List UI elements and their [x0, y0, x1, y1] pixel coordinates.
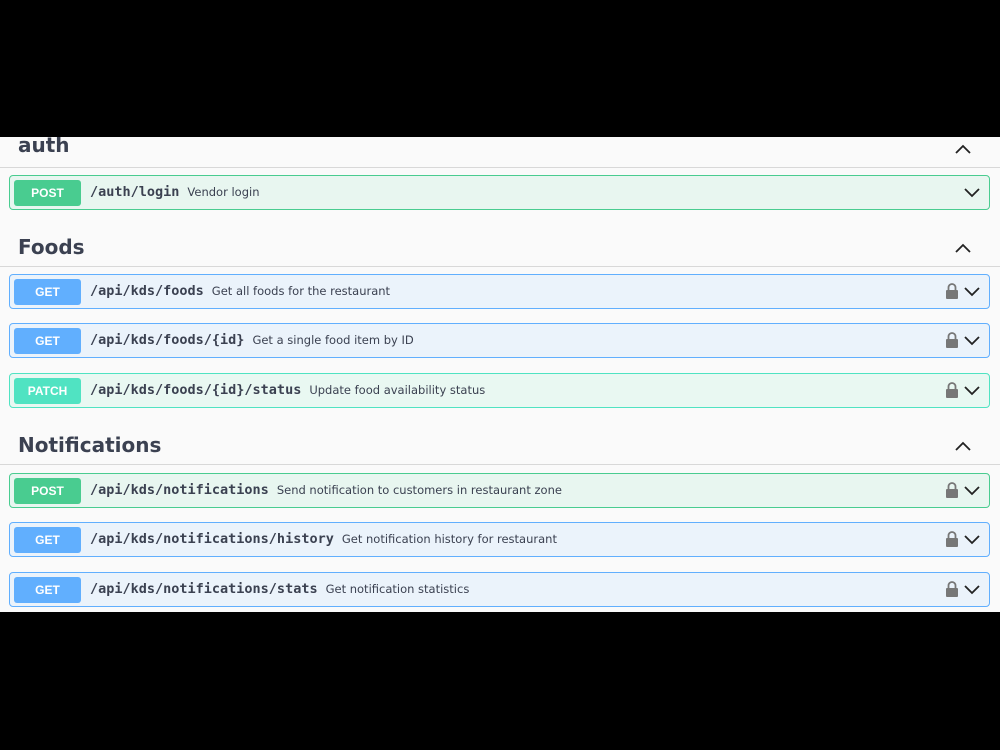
chevron-down-icon[interactable]	[963, 583, 981, 595]
chevron-down-icon[interactable]	[963, 484, 981, 496]
path-text: /api/kds/foods	[90, 283, 204, 299]
method-badge: GET	[14, 328, 81, 354]
operation-get-foods[interactable]: GET /api/kds/foods Get all foods for the …	[9, 274, 990, 309]
path-text: /api/kds/notifications	[90, 482, 269, 498]
section-header-foods[interactable]: Foods	[0, 232, 1000, 267]
operation-path: /api/kds/notifications Send notification …	[90, 474, 562, 507]
chevron-up-icon[interactable]	[954, 439, 972, 453]
operation-path: /api/kds/foods/{id} Get a single food ite…	[90, 324, 414, 357]
operation-post-auth-login[interactable]: POST /auth/login Vendor login	[9, 175, 990, 210]
lock-icon[interactable]	[945, 581, 959, 598]
chevron-up-icon[interactable]	[954, 241, 972, 255]
operation-get-notifications-history[interactable]: GET /api/kds/notifications/history Get no…	[9, 522, 990, 557]
operation-path: /auth/login Vendor login	[90, 176, 259, 209]
lock-icon[interactable]	[945, 382, 959, 399]
chevron-up-icon[interactable]	[954, 142, 972, 156]
section-title: Foods	[18, 235, 85, 259]
lock-icon[interactable]	[945, 531, 959, 548]
path-text: /auth/login	[90, 184, 180, 200]
path-text: /api/kds/notifications/stats	[90, 581, 318, 597]
operation-summary: Vendor login	[187, 185, 260, 199]
method-badge: POST	[14, 478, 81, 504]
operation-get-food-by-id[interactable]: GET /api/kds/foods/{id} Get a single food…	[9, 323, 990, 358]
method-badge: GET	[14, 279, 81, 305]
lock-icon[interactable]	[945, 332, 959, 349]
operation-summary: Update food availability status	[309, 383, 486, 397]
operation-patch-food-status[interactable]: PATCH /api/kds/foods/{id}/status Update f…	[9, 373, 990, 408]
operation-summary: Get notification statistics	[325, 582, 470, 596]
swagger-panel: auth POST /auth/login Vendor login Foods …	[0, 137, 1000, 612]
section-title: auth	[18, 137, 70, 157]
section-title: Notifications	[18, 433, 162, 457]
path-text: /api/kds/foods/{id}/status	[90, 382, 302, 398]
method-badge: PATCH	[14, 378, 81, 404]
lock-icon[interactable]	[945, 283, 959, 300]
path-text: /api/kds/foods/{id}	[90, 332, 245, 348]
method-badge: POST	[14, 180, 81, 206]
method-badge: GET	[14, 577, 81, 603]
operation-summary: Get a single food item by ID	[252, 333, 414, 347]
chevron-down-icon[interactable]	[963, 384, 981, 396]
path-text: /api/kds/notifications/history	[90, 531, 334, 547]
operation-summary: Get all foods for the restaurant	[211, 284, 391, 298]
chevron-down-icon[interactable]	[963, 533, 981, 545]
section-header-notifications[interactable]: Notifications	[0, 430, 1000, 465]
operation-post-notifications[interactable]: POST /api/kds/notifications Send notifica…	[9, 473, 990, 508]
operation-path: /api/kds/notifications/stats Get notifica…	[90, 573, 469, 606]
operation-path: /api/kds/foods/{id}/status Update food av…	[90, 374, 485, 407]
operation-get-notifications-stats[interactable]: GET /api/kds/notifications/stats Get noti…	[9, 572, 990, 607]
operation-summary: Send notification to customers in restau…	[276, 483, 562, 497]
lock-icon[interactable]	[945, 482, 959, 499]
operation-summary: Get notification history for restaurant	[341, 532, 557, 546]
operation-path: /api/kds/notifications/history Get notifi…	[90, 523, 557, 556]
chevron-down-icon[interactable]	[963, 334, 981, 346]
chevron-down-icon[interactable]	[963, 285, 981, 297]
method-badge: GET	[14, 527, 81, 553]
chevron-down-icon[interactable]	[963, 186, 981, 198]
section-header-auth[interactable]: auth	[0, 137, 1000, 168]
operation-path: /api/kds/foods Get all foods for the rest…	[90, 275, 390, 308]
